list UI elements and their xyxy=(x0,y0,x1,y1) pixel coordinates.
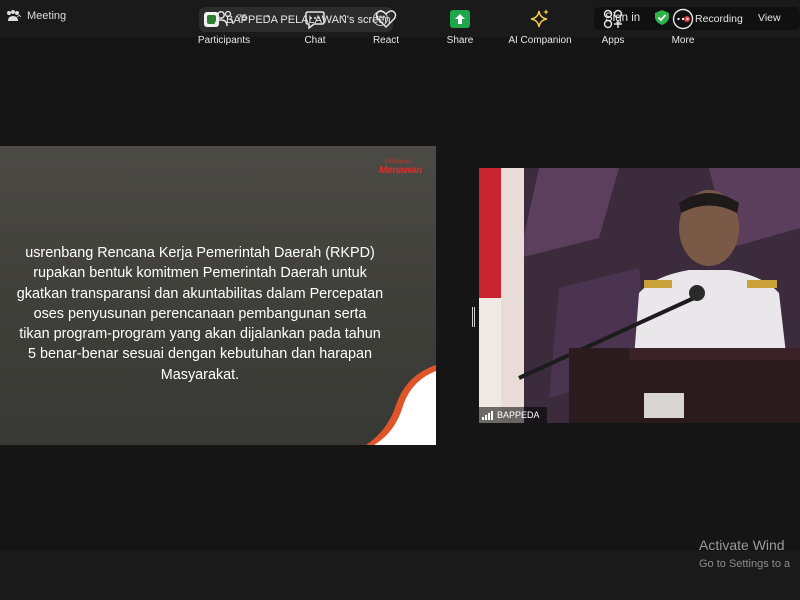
slide-line: rupakan bentuk komitmen Pemerintah Daera… xyxy=(33,265,367,282)
recording-label: Recording xyxy=(695,13,743,25)
share-icon xyxy=(450,10,470,28)
chat-button[interactable]: Chat xyxy=(298,8,332,46)
participant-name: BAPPEDA xyxy=(497,410,540,420)
react-button[interactable]: React xyxy=(368,8,404,46)
slide-line: gkatkan transparansi dan akuntabilitas d… xyxy=(16,285,384,302)
slide-line: 5 benar-benar sesuai dengan kebutuhan da… xyxy=(27,346,373,363)
participants-label: Participants xyxy=(197,35,251,46)
view-button[interactable]: View xyxy=(758,12,781,24)
activation-watermark-subtitle: Go to Settings to a xyxy=(699,558,791,570)
apps-icon xyxy=(603,9,623,29)
ai-companion-button[interactable]: AI Companion xyxy=(505,8,575,46)
slide-logo: Menawan xyxy=(379,165,422,176)
slide-text: usrenbang Rencana Kerja Pemerintah Daera… xyxy=(0,243,410,385)
slide-line: usrenbang Rencana Kerja Pemerintah Daera… xyxy=(25,245,375,261)
chevron-up-icon[interactable]: ⌃ xyxy=(264,14,272,25)
slide-corner-decoration xyxy=(366,365,436,445)
apps-button[interactable]: Apps xyxy=(596,8,630,46)
chat-label: Chat xyxy=(304,35,326,46)
shared-screen-slide: Pelalawan Menawan usrenbang Rencana Kerj… xyxy=(0,146,436,445)
participant-name-tag: BAPPEDA xyxy=(479,407,547,423)
participants-count: 75 xyxy=(237,13,248,23)
chevron-up-icon[interactable]: ⌃ xyxy=(340,14,348,25)
speaker-video-image xyxy=(479,168,800,423)
more-label: More xyxy=(671,35,695,46)
more-button[interactable]: More xyxy=(666,8,700,46)
activation-watermark-title: Activate Wind xyxy=(699,537,785,553)
react-label: React xyxy=(372,35,400,46)
chevron-up-icon[interactable]: ⌃ xyxy=(15,14,23,25)
more-icon xyxy=(672,8,694,30)
participants-icon xyxy=(214,10,234,27)
slide-line: Masyarakat. xyxy=(160,366,240,383)
resize-handle[interactable] xyxy=(472,307,475,327)
meeting-label: Meeting xyxy=(27,10,67,22)
slide-line: tikan program-program yang akan dijalank… xyxy=(19,326,381,343)
share-button[interactable]: Share xyxy=(442,8,478,46)
share-label: Share xyxy=(446,35,474,46)
ai-companion-label: AI Companion xyxy=(508,35,572,46)
react-icon xyxy=(375,10,397,29)
signal-icon xyxy=(482,410,493,420)
apps-label: Apps xyxy=(601,35,625,46)
chat-icon xyxy=(305,10,325,29)
bottom-toolbar xyxy=(0,551,800,600)
participant-video-tile[interactable]: BAPPEDA xyxy=(479,168,800,423)
ai-companion-icon xyxy=(530,9,549,28)
slide-line: oses penyusunan perencanaan pembangunan … xyxy=(33,305,367,322)
